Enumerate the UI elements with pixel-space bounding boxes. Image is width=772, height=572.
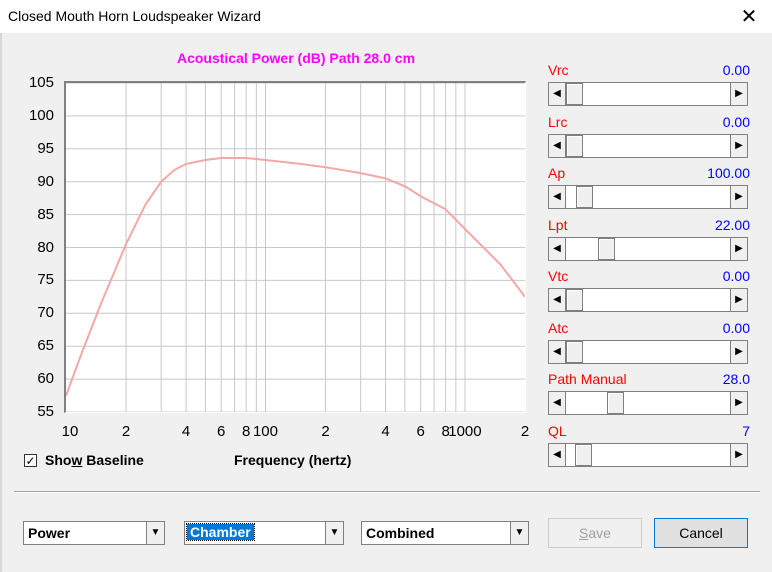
- scroll-right-icon[interactable]: ▶: [730, 134, 747, 157]
- param-scrollbar[interactable]: ◀ ▶: [548, 82, 748, 106]
- chart-title: Acoustical Power (dB) Path 28.0 cm: [176, 50, 416, 66]
- param-value: 0.00: [722, 268, 750, 284]
- scroll-right-icon[interactable]: ▶: [730, 83, 747, 105]
- param-scrollbar[interactable]: ◀ ▶: [548, 133, 748, 158]
- plot-area: [64, 81, 526, 413]
- param-scrollbar[interactable]: ◀ ▶: [548, 442, 748, 467]
- param-value: 28.0: [722, 371, 750, 387]
- param-value: 22.00: [714, 216, 750, 233]
- param-label: Ap: [548, 165, 566, 181]
- scroll-left-icon[interactable]: ◀: [549, 289, 566, 311]
- param-value: 7: [742, 422, 750, 439]
- scroll-left-icon[interactable]: ◀: [549, 83, 566, 105]
- x-tick-label: 4: [381, 423, 390, 440]
- param-label: Path Manual: [548, 371, 627, 387]
- param-scrollbar[interactable]: ◀ ▶: [548, 391, 748, 415]
- close-icon: ✕: [740, 6, 758, 28]
- x-tick-label: 6: [217, 423, 226, 440]
- x-tick-label: 2: [121, 423, 131, 440]
- x-tick-label: 1000: [448, 423, 482, 440]
- cancel-button[interactable]: Cancel: [654, 518, 748, 548]
- param-label: Vrc: [548, 62, 569, 78]
- chevron-down-icon[interactable]: ▼: [325, 522, 343, 544]
- y-tick-label: 60: [37, 370, 54, 388]
- scroll-left-icon[interactable]: ◀: [549, 237, 566, 260]
- separator: [14, 491, 760, 493]
- param-label: Atc: [548, 319, 569, 336]
- scroll-thumb[interactable]: [576, 186, 593, 208]
- chamber-select[interactable]: Chamber ▼: [184, 521, 344, 545]
- param-value: 0.00: [722, 113, 750, 130]
- x-tick-label: 4: [181, 423, 191, 440]
- title-bar: Closed Mouth Horn Loudspeaker Wizard ✕: [0, 0, 772, 33]
- chevron-down-icon[interactable]: ▼: [510, 522, 528, 544]
- scroll-right-icon[interactable]: ▶: [730, 340, 747, 363]
- y-tick-label: 90: [37, 172, 54, 190]
- y-tick-label: 100: [28, 106, 54, 124]
- scroll-right-icon[interactable]: ▶: [730, 289, 747, 311]
- show-baseline-checkbox[interactable]: ✓: [24, 453, 37, 467]
- y-tick-label: 55: [37, 403, 54, 420]
- param-value: 0.00: [722, 319, 750, 336]
- chevron-down-icon[interactable]: ▼: [146, 522, 164, 544]
- x-tick-label: 2: [321, 423, 330, 440]
- close-button[interactable]: ✕: [726, 0, 772, 33]
- mode-value: Combined: [366, 525, 435, 541]
- scroll-thumb[interactable]: [566, 340, 583, 363]
- y-tick-label: 95: [37, 139, 54, 157]
- scroll-thumb[interactable]: [575, 443, 592, 466]
- scroll-right-icon[interactable]: ▶: [730, 237, 747, 260]
- y-tick-label: 80: [37, 238, 54, 256]
- scroll-left-icon[interactable]: ◀: [549, 134, 566, 157]
- scroll-left-icon[interactable]: ◀: [549, 340, 566, 363]
- x-axis-label: Frequency (hertz): [234, 452, 352, 468]
- param-value: 0.00: [722, 62, 750, 78]
- param-label: Lpt: [548, 216, 568, 233]
- param-value: 100.00: [707, 165, 750, 181]
- param-scrollbar[interactable]: ◀ ▶: [548, 185, 748, 209]
- dialog-edge: [0, 33, 2, 572]
- param-label: Vtc: [548, 268, 569, 284]
- chamber-value: Chamber: [186, 523, 255, 541]
- scroll-thumb[interactable]: [566, 134, 583, 157]
- y-tick-label: 105: [28, 74, 54, 91]
- scroll-right-icon[interactable]: ▶: [730, 392, 747, 414]
- scroll-left-icon[interactable]: ◀: [549, 443, 566, 466]
- scroll-left-icon[interactable]: ◀: [549, 392, 566, 414]
- plot-svg: [66, 83, 525, 412]
- show-baseline-toggle[interactable]: ✓ Show Baseline: [24, 452, 144, 468]
- param-label: QL: [548, 422, 567, 439]
- scroll-thumb[interactable]: [566, 289, 583, 311]
- scroll-thumb[interactable]: [607, 392, 624, 414]
- param-label: Lrc: [548, 113, 568, 130]
- save-button[interactable]: Save: [548, 518, 642, 548]
- scroll-right-icon[interactable]: ▶: [730, 186, 747, 208]
- window-title: Closed Mouth Horn Loudspeaker Wizard: [8, 8, 261, 24]
- param-scrollbar[interactable]: ◀ ▶: [548, 288, 748, 312]
- x-tick-label: 2: [520, 423, 530, 440]
- output-type-value: Power: [28, 525, 71, 541]
- show-baseline-label: Show Baseline: [45, 452, 144, 468]
- param-scrollbar[interactable]: ◀ ▶: [548, 236, 748, 261]
- scroll-left-icon[interactable]: ◀: [549, 186, 566, 208]
- scroll-thumb[interactable]: [598, 237, 615, 260]
- param-scrollbar[interactable]: ◀ ▶: [548, 339, 748, 364]
- x-tick-label: 8: [241, 423, 251, 440]
- x-tick-label: 100: [252, 423, 278, 440]
- y-tick-label: 75: [37, 271, 54, 289]
- output-type-select[interactable]: Power ▼: [23, 521, 165, 545]
- y-tick-label: 65: [37, 337, 54, 355]
- scroll-right-icon[interactable]: ▶: [730, 443, 747, 466]
- scroll-thumb[interactable]: [566, 83, 583, 105]
- y-tick-label: 85: [37, 205, 54, 223]
- mode-select[interactable]: Combined ▼: [361, 521, 529, 545]
- x-tick-label: 10: [61, 423, 79, 440]
- y-tick-label: 70: [37, 304, 54, 322]
- x-tick-label: 6: [416, 423, 425, 440]
